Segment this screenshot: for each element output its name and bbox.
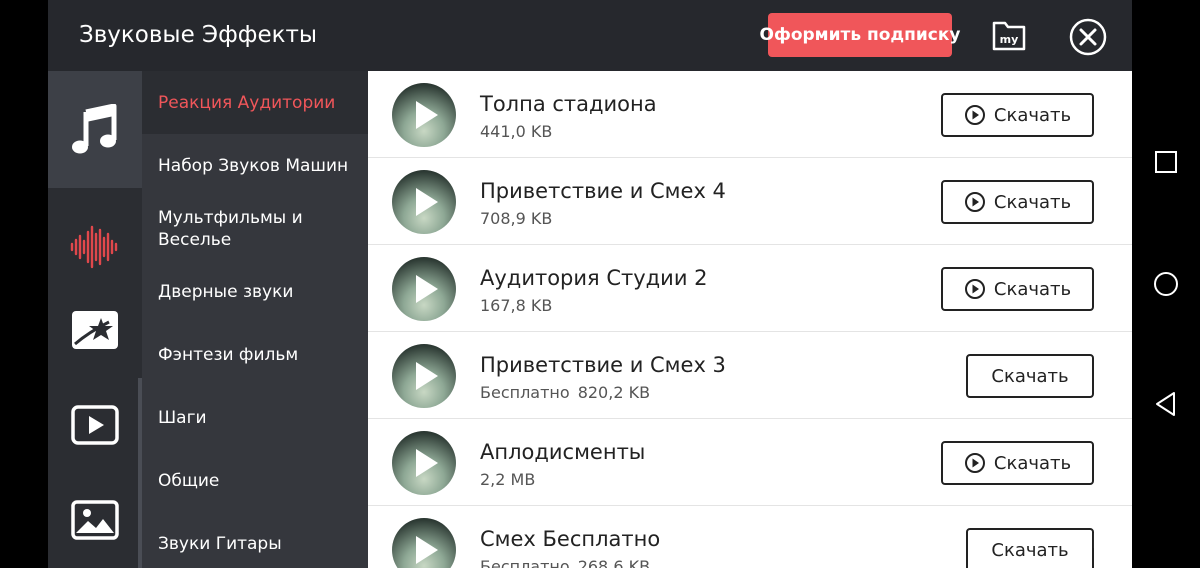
page-title: Звуковые Эффекты: [79, 22, 318, 48]
sound-wave-icon: [70, 225, 118, 268]
category-item-general[interactable]: Общие: [142, 449, 368, 512]
download-label: Скачать: [993, 452, 1072, 474]
watermark: v.ru: [1068, 522, 1121, 555]
sound-row: Приветствие и Смех 3 Бесплатно 820,2 KB С…: [368, 332, 1132, 419]
play-button[interactable]: [392, 170, 456, 234]
sound-row: Толпа стадиона 441,0 KB Скачать: [368, 71, 1132, 158]
sound-size: 268,6 KB: [577, 557, 651, 568]
play-button[interactable]: [392, 518, 456, 568]
sound-title: Смех Бесплатно: [480, 527, 661, 551]
download-button[interactable]: Скачать: [966, 354, 1094, 398]
play-circle-icon: [964, 453, 985, 473]
sound-meta: 167,8 KB: [480, 296, 552, 315]
play-button[interactable]: [392, 431, 456, 495]
sound-effects-window: Звуковые Эффекты Оформить подписку my Ре…: [48, 0, 1132, 568]
music-note-icon: [72, 103, 117, 153]
download-button[interactable]: Скачать: [941, 267, 1094, 311]
circle-icon: [1154, 272, 1178, 296]
category-item-audience[interactable]: Реакция Аудитории: [142, 71, 368, 134]
sound-list: Толпа стадиона 441,0 KB Скачать Приветст…: [368, 71, 1132, 568]
play-button[interactable]: [392, 344, 456, 408]
download-button[interactable]: Скачать: [941, 180, 1094, 224]
star-swoosh-icon: [72, 310, 118, 349]
my-folder-icon: my: [992, 21, 1026, 51]
sound-size: 167,8 KB: [480, 296, 553, 315]
home-button[interactable]: [1152, 270, 1180, 298]
category-item-guitar[interactable]: Звуки Гитары: [142, 512, 368, 568]
play-icon: [416, 188, 438, 216]
play-icon: [416, 362, 438, 390]
subscribe-button[interactable]: Оформить подписку: [760, 13, 961, 57]
square-icon: [1155, 151, 1177, 173]
play-button[interactable]: [392, 83, 456, 147]
back-button[interactable]: [1152, 390, 1180, 418]
triangle-back-icon: [1156, 392, 1175, 416]
close-button[interactable]: [1068, 17, 1108, 57]
download-label: Скачать: [993, 191, 1072, 213]
play-circle-icon: [964, 192, 985, 212]
sound-row: Приветствие и Смех 4 708,9 KB Скачать: [368, 158, 1132, 245]
sound-meta: 708,9 KB: [480, 209, 552, 228]
video-play-icon: [71, 404, 119, 445]
sound-row: Смех Бесплатно Бесплатно 268,6 KB Скачать: [368, 506, 1132, 568]
category-list: Реакция Аудитории Набор Звуков Машин Мул…: [142, 71, 368, 568]
category-item-cars[interactable]: Набор Звуков Машин: [142, 134, 368, 197]
android-nav-bar: [1132, 0, 1200, 568]
sound-title: Толпа стадиона: [480, 92, 657, 116]
download-label: Скачать: [991, 539, 1069, 561]
category-tab-image[interactable]: [48, 461, 142, 568]
download-button[interactable]: Скачать: [941, 93, 1094, 137]
sound-size: 441,0 KB: [480, 122, 553, 141]
category-item-fantasy[interactable]: Фэнтези фильм: [142, 323, 368, 386]
sound-row: Аплодисменты 2,2 MB Скачать: [368, 419, 1132, 506]
play-button[interactable]: [392, 257, 456, 321]
play-icon: [416, 101, 438, 129]
sound-meta: Бесплатно 268,6 KB: [480, 557, 650, 568]
sound-title: Приветствие и Смех 4: [480, 179, 726, 203]
category-item-cartoons[interactable]: Мультфильмы и Веселье: [142, 197, 368, 260]
download-label: Скачать: [993, 278, 1072, 300]
my-folder-button[interactable]: my: [991, 18, 1027, 52]
play-circle-icon: [964, 105, 985, 125]
free-label: Бесплатно: [480, 383, 570, 402]
header-bar: Звуковые Эффекты Оформить подписку my: [48, 0, 1132, 71]
close-icon: [1069, 18, 1107, 56]
sound-title: Аплодисменты: [480, 440, 646, 464]
play-circle-icon: [964, 279, 985, 299]
play-icon: [416, 275, 438, 303]
sound-size: 2,2 MB: [480, 470, 536, 489]
sound-title: Аудитория Студии 2: [480, 266, 708, 290]
sound-row: Аудитория Студии 2 167,8 KB Скачать: [368, 245, 1132, 332]
sound-title: Приветствие и Смех 3: [480, 353, 726, 377]
sound-size: 708,9 KB: [480, 209, 553, 228]
recents-button[interactable]: [1152, 148, 1180, 176]
download-button[interactable]: Скачать: [941, 441, 1094, 485]
category-icon-column: [48, 71, 142, 568]
download-label: Скачать: [991, 365, 1069, 387]
sound-meta: 2,2 MB: [480, 470, 535, 489]
sound-meta: Бесплатно 820,2 KB: [480, 383, 650, 402]
my-label: my: [1000, 33, 1019, 46]
play-icon: [416, 536, 438, 564]
sound-size: 820,2 KB: [577, 383, 651, 402]
sound-meta: 441,0 KB: [480, 122, 552, 141]
image-icon: [71, 499, 119, 540]
category-item-doors[interactable]: Дверные звуки: [142, 260, 368, 323]
free-label: Бесплатно: [480, 557, 570, 568]
category-item-steps[interactable]: Шаги: [142, 386, 368, 449]
category-tab-music[interactable]: [48, 71, 142, 188]
download-label: Скачать: [993, 104, 1072, 126]
play-icon: [416, 449, 438, 477]
